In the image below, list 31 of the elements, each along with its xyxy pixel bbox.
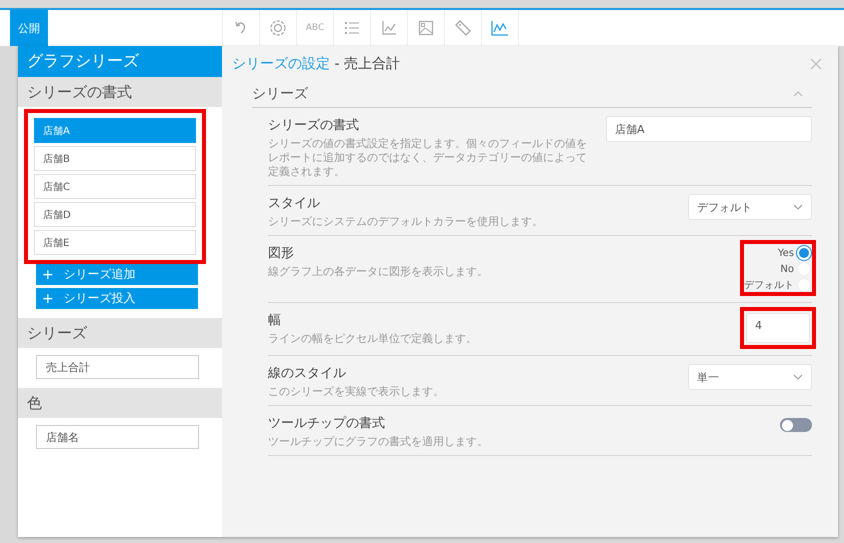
dropdown[interactable]: 単一 bbox=[688, 364, 812, 390]
radio-label: No bbox=[780, 264, 794, 274]
setting-description: このシリーズを実線で表示します。 bbox=[268, 385, 445, 399]
radio-label: デフォルト bbox=[744, 279, 794, 292]
dialog-title: シリーズの設定 - 売上合計 bbox=[232, 54, 400, 72]
series-item[interactable]: 店舗D bbox=[34, 202, 196, 227]
setting-description: ツールチップにグラフの書式を適用します。 bbox=[268, 435, 489, 449]
series-item[interactable]: 店舗C bbox=[34, 174, 196, 199]
setting-title: ツールチップの書式 bbox=[268, 415, 386, 432]
setting-description: 線グラフ上の各データに図形を表示します。 bbox=[268, 265, 489, 279]
series-field[interactable]: 売上合計 bbox=[36, 355, 199, 379]
setting-title: 幅 bbox=[268, 312, 282, 329]
text-field[interactable]: 店舗A bbox=[606, 116, 812, 142]
setting-description: シリーズにシステムのデフォルトカラーを使用します。 bbox=[268, 215, 544, 229]
section-title: シリーズ bbox=[252, 85, 308, 103]
section-heading: シリーズの書式 bbox=[18, 77, 222, 107]
section-heading: シリーズ bbox=[18, 318, 222, 348]
series-item[interactable]: 店舗E bbox=[34, 230, 196, 255]
section-heading: 色 bbox=[18, 388, 222, 418]
setting-description: シリーズの値の書式設定を指定します。個々のフィールドの値をレポートに追加するのではなく、データカテゴリーの値によって定義されます。 bbox=[268, 137, 588, 179]
setting-title: 図形 bbox=[268, 245, 295, 262]
setting-title: スタイル bbox=[268, 195, 321, 212]
dropdown[interactable]: デフォルト bbox=[688, 194, 812, 220]
color-field[interactable]: 店舗名 bbox=[36, 425, 199, 449]
radio-label: Yes bbox=[778, 248, 794, 258]
series-item[interactable]: 店舗B bbox=[34, 146, 196, 171]
number-field[interactable]: 4 bbox=[746, 313, 810, 343]
setting-title: 線のスタイル bbox=[268, 365, 347, 382]
panel-title: グラフシリーズ bbox=[18, 46, 222, 77]
setting-title: シリーズの書式 bbox=[268, 117, 360, 134]
setting-description: ラインの幅をピクセル単位で定義します。 bbox=[268, 332, 478, 346]
